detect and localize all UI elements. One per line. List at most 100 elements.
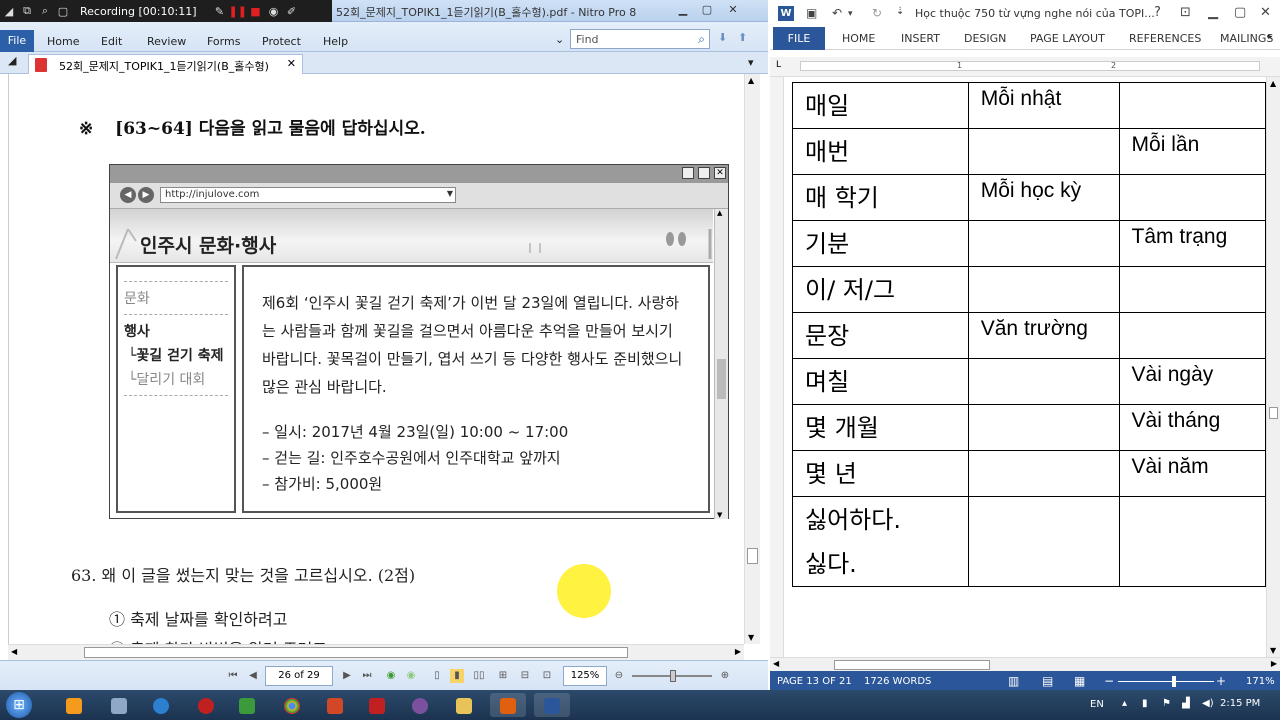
back-view-icon[interactable]: ◉ <box>384 669 398 683</box>
korean-word-cell[interactable]: 몇 개월 <box>792 404 969 451</box>
scroll-left-icon[interactable]: ◀ <box>11 647 17 656</box>
word-vertical-scrollbar[interactable]: ▲ ▼ <box>1266 77 1280 657</box>
taskbar-word-icon[interactable] <box>534 693 570 717</box>
horizontal-ruler[interactable]: L 1 2 <box>770 57 1280 77</box>
zoom-indicator[interactable]: 125% <box>563 666 607 686</box>
meaning-cell-a[interactable] <box>967 358 1120 405</box>
table-row[interactable]: 매번 Mỗi lần <box>792 128 1266 175</box>
close-button[interactable]: ✕ <box>722 2 744 18</box>
meaning-cell-a[interactable]: Mỗi học kỳ <box>967 174 1120 221</box>
tab-help[interactable]: Help <box>323 35 348 48</box>
korean-word-cell[interactable]: 매일 <box>792 82 969 129</box>
taskbar-explorer-icon[interactable] <box>446 693 482 717</box>
tab-insert[interactable]: INSERT <box>901 32 940 45</box>
word-count[interactable]: 1726 WORDS <box>864 676 931 687</box>
word-horizontal-scrollbar[interactable]: ◀ ▶ <box>770 657 1280 671</box>
pen-tool-icon[interactable]: ✐ <box>283 5 301 18</box>
korean-word-cell[interactable]: 기분 <box>792 220 969 267</box>
meaning-cell-b[interactable] <box>1118 312 1266 359</box>
tab-home[interactable]: Home <box>47 35 79 48</box>
scroll-right-icon[interactable]: ▶ <box>735 647 741 656</box>
clock[interactable]: 2:15 PM <box>1220 698 1260 709</box>
zoom-slider[interactable] <box>632 670 712 682</box>
meaning-cell-a[interactable] <box>967 496 1120 587</box>
redo-icon[interactable]: ↻ <box>872 6 882 20</box>
zoom-in-icon[interactable]: + <box>1216 674 1226 688</box>
page-count[interactable]: PAGE 13 OF 21 <box>777 676 852 687</box>
taskbar-green-app-icon[interactable] <box>229 693 265 717</box>
customize-qat-icon[interactable]: ⇣ <box>896 6 904 17</box>
first-page-icon[interactable]: ⏮ <box>226 669 240 683</box>
fit-width-icon[interactable]: ⊞ <box>496 669 510 683</box>
word-zoom-slider[interactable] <box>1118 676 1214 687</box>
word-scroll-thumb[interactable] <box>1269 407 1278 419</box>
frame-icon[interactable]: ▢ <box>54 5 72 18</box>
word-minimize-button[interactable]: ▁ <box>1208 5 1218 20</box>
pdf-hscroll-thumb[interactable] <box>84 647 628 658</box>
actual-size-icon[interactable]: ⊡ <box>540 669 554 683</box>
zoom-icon[interactable]: ⌕ <box>36 4 54 18</box>
volume-icon[interactable]: ◀) <box>1202 698 1214 709</box>
tab-list-icon[interactable]: ▾ <box>748 56 754 69</box>
taskbar-network-icon[interactable] <box>101 693 137 717</box>
next-page-icon[interactable]: ▶ <box>340 669 354 683</box>
find-up-icon[interactable]: ⬆ <box>738 31 747 44</box>
taskbar-chrome-icon[interactable] <box>274 693 310 717</box>
taskbar-b-app-icon[interactable] <box>143 693 179 717</box>
arrow-icon[interactable]: ◢ <box>0 5 18 18</box>
taskbar-red-app-icon[interactable] <box>188 693 224 717</box>
korean-word-cell[interactable]: 문장 <box>792 312 969 359</box>
korean-word-cell[interactable]: 이/ 저/그 <box>792 266 969 313</box>
save-icon[interactable]: ▣ <box>806 6 817 20</box>
zoom-in-icon[interactable]: ⊕ <box>718 669 732 683</box>
tab-edit[interactable]: Edit <box>101 35 122 48</box>
meaning-cell-a[interactable] <box>967 220 1120 267</box>
scroll-right-icon[interactable]: ▶ <box>1271 659 1277 668</box>
vertical-ruler[interactable] <box>770 77 784 657</box>
file-tab[interactable]: File <box>0 30 34 52</box>
table-row[interactable]: 며칠 Vài ngày <box>792 358 1266 405</box>
document-tab[interactable]: 52회_문제지_TOPIK1_1듣기읽기(B_홀수형) ✕ <box>28 54 303 74</box>
collapse-ribbon-icon[interactable]: ⌄ <box>555 33 564 46</box>
tab-home[interactable]: HOME <box>842 32 875 45</box>
single-page-icon[interactable]: ▯ <box>430 669 444 683</box>
meaning-cell-a[interactable] <box>967 266 1120 313</box>
taskbar-media-player-icon[interactable] <box>56 693 92 717</box>
prev-page-icon[interactable]: ◀ <box>246 669 260 683</box>
meaning-cell-b[interactable]: Vài năm <box>1118 450 1266 497</box>
korean-word-cell[interactable]: 몇 년 <box>792 450 969 497</box>
scroll-left-icon[interactable]: ◀ <box>773 659 779 668</box>
stop-icon[interactable]: ■ <box>247 5 265 18</box>
word-hscroll-thumb[interactable] <box>834 660 990 670</box>
forward-view-icon[interactable]: ◉ <box>404 669 418 683</box>
undo-icon[interactable]: ↶ <box>832 6 842 20</box>
taskbar-powerpoint-icon[interactable] <box>317 693 353 717</box>
word-maximize-button[interactable]: ▢ <box>1234 5 1246 20</box>
pdf-scroll-thumb[interactable] <box>747 548 758 564</box>
window-icon[interactable]: ⧉ <box>18 4 36 18</box>
continuous-page-icon[interactable]: ▮ <box>450 669 464 683</box>
read-mode-icon[interactable]: ▥ <box>1008 674 1019 688</box>
table-row[interactable]: 매일 Mỗi nhật <box>792 82 1266 129</box>
meaning-cell-b[interactable]: Vài ngày <box>1118 358 1266 405</box>
search-icon[interactable]: ⌕ <box>698 32 705 47</box>
meaning-cell-b[interactable]: Tâm trạng <box>1118 220 1266 267</box>
help-icon[interactable]: ? <box>1154 5 1161 20</box>
meaning-cell-b[interactable]: Mỗi lần <box>1118 128 1266 175</box>
find-input[interactable]: Find ⌕ <box>570 29 710 49</box>
tab-design[interactable]: DESIGN <box>964 32 1006 45</box>
tab-forms[interactable]: Forms <box>207 35 240 48</box>
pen-icon[interactable]: ✎ <box>211 5 229 18</box>
korean-word-cell[interactable]: 싫어하다. 싫다. <box>792 496 969 587</box>
word-logo-icon[interactable]: W <box>778 6 794 21</box>
table-row[interactable]: 몇 개월 Vài tháng <box>792 404 1266 451</box>
scroll-down-icon[interactable]: ▼ <box>1270 646 1276 655</box>
language-indicator[interactable]: EN <box>1090 699 1104 710</box>
last-page-icon[interactable]: ⏭ <box>360 669 374 683</box>
ribbon-display-icon[interactable]: ⊡ <box>1180 5 1191 20</box>
word-close-button[interactable]: ✕ <box>1260 5 1271 20</box>
close-tab-icon[interactable]: ✕ <box>287 57 296 70</box>
camera-icon[interactable]: ◉ <box>265 5 283 18</box>
flag-icon[interactable]: ⚑ <box>1162 698 1171 709</box>
scroll-up-icon[interactable]: ▲ <box>748 76 754 85</box>
